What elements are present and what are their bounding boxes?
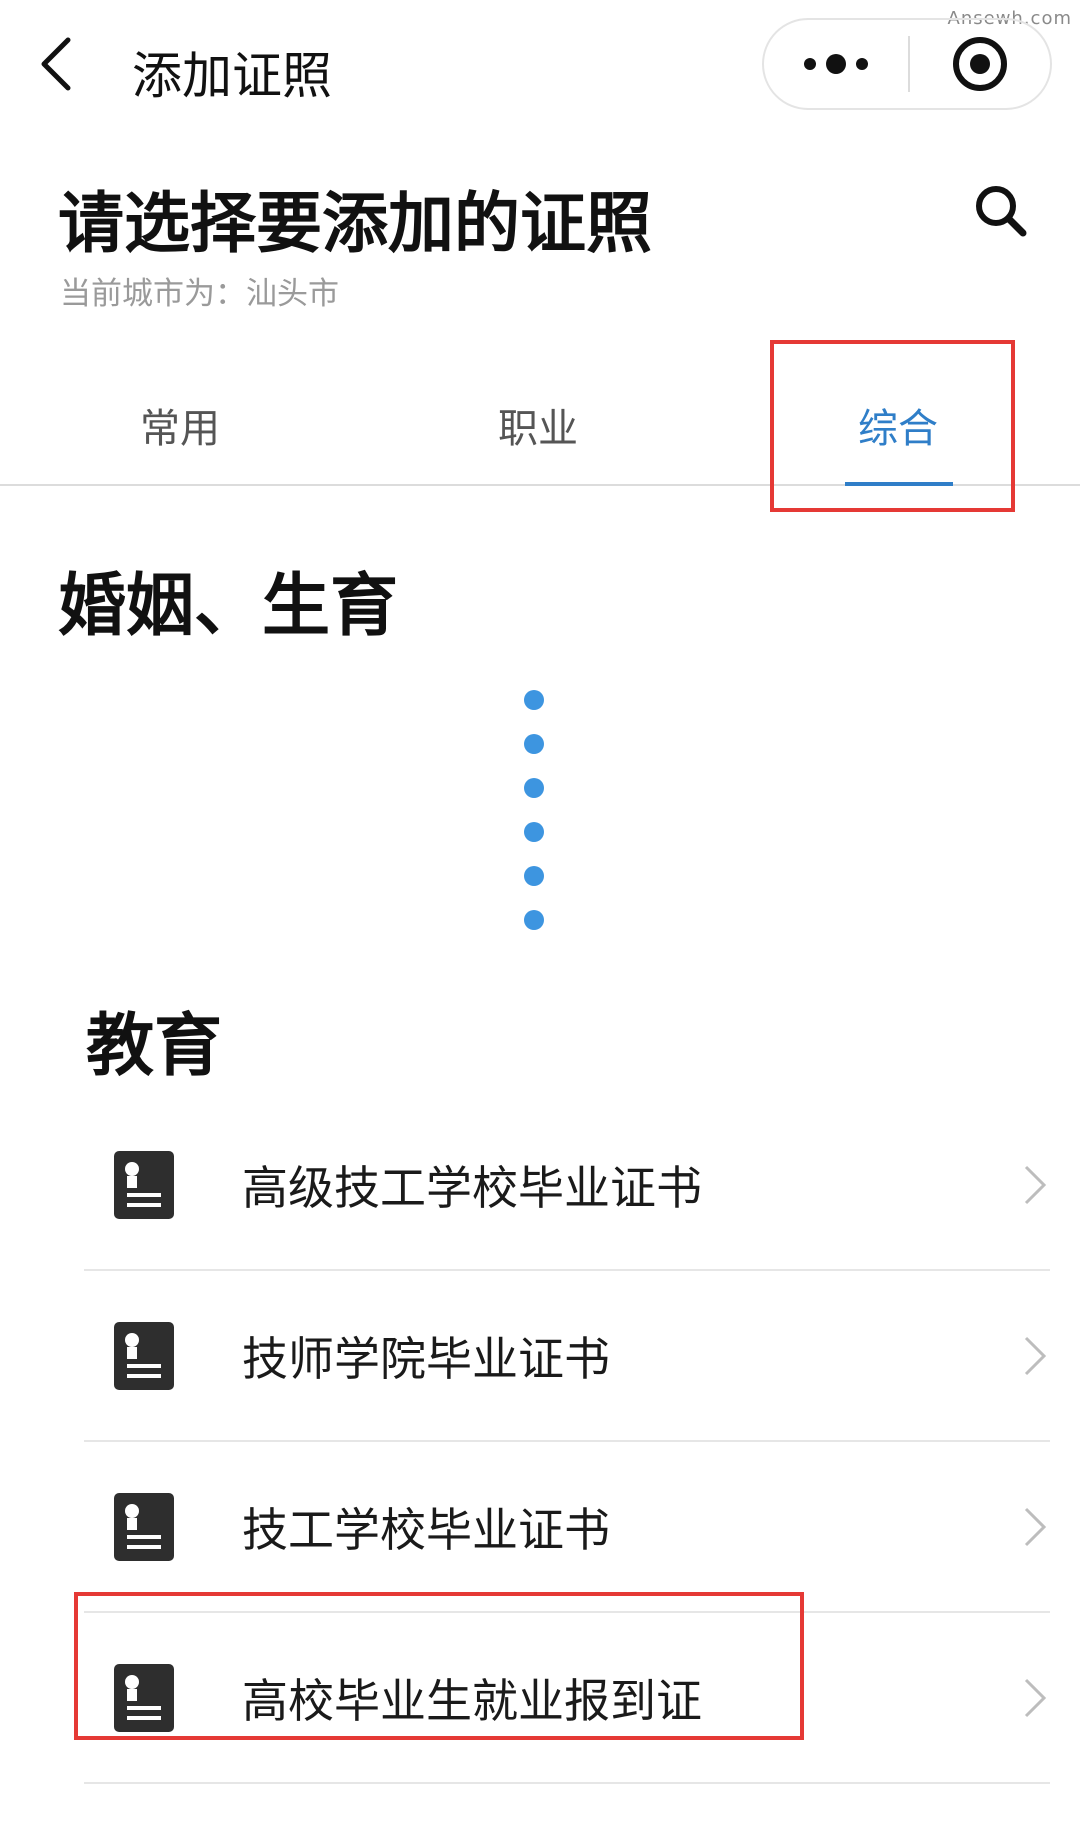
section-title-education: 教育 xyxy=(86,1007,223,1086)
certificate-icon xyxy=(114,1321,174,1390)
list-item-label: 技师学院毕业证书 xyxy=(242,1331,610,1386)
certificate-icon xyxy=(114,1492,174,1561)
search-icon xyxy=(976,186,1027,237)
chevron-right-icon xyxy=(1024,1165,1047,1204)
highlight-box-item xyxy=(74,1592,804,1740)
section-title-marriage: 婚姻、生育 xyxy=(58,567,399,646)
add-license-page: Ansewh.com 添加证照 请选择要添加的证照 当前城市为：汕头市 常用 职… xyxy=(0,0,1080,1822)
certificate-icon xyxy=(114,1150,174,1219)
chevron-left-icon xyxy=(41,37,71,91)
list-item-label: 高级技工学校毕业证书 xyxy=(242,1160,702,1215)
current-city: 当前城市为：汕头市 xyxy=(60,276,339,312)
list-item-label: 技工学校毕业证书 xyxy=(242,1502,610,1557)
mini-program-capsule xyxy=(762,18,1052,110)
vertical-ellipsis-icon xyxy=(524,690,546,954)
back-button[interactable] xyxy=(38,32,98,96)
tab-occupation[interactable]: 职业 xyxy=(498,396,578,454)
highlight-box-tab xyxy=(770,340,1015,512)
chevron-right-icon xyxy=(1024,1336,1047,1375)
search-button[interactable] xyxy=(970,180,1030,240)
target-icon xyxy=(953,37,1007,91)
more-menu-button[interactable] xyxy=(764,20,908,108)
chevron-right-icon xyxy=(1024,1678,1047,1717)
list-item[interactable]: 技工学校毕业证书 xyxy=(84,1442,1050,1613)
list-item[interactable]: 技师学院毕业证书 xyxy=(84,1271,1050,1442)
more-dots-icon xyxy=(804,58,816,70)
close-mini-program-button[interactable] xyxy=(910,20,1050,108)
list-item[interactable]: 高级技工学校毕业证书 xyxy=(84,1100,1050,1271)
tab-common[interactable]: 常用 xyxy=(140,396,220,454)
page-title: 请选择要添加的证照 xyxy=(58,185,652,262)
chevron-right-icon xyxy=(1024,1507,1047,1546)
nav-title: 添加证照 xyxy=(132,47,332,105)
